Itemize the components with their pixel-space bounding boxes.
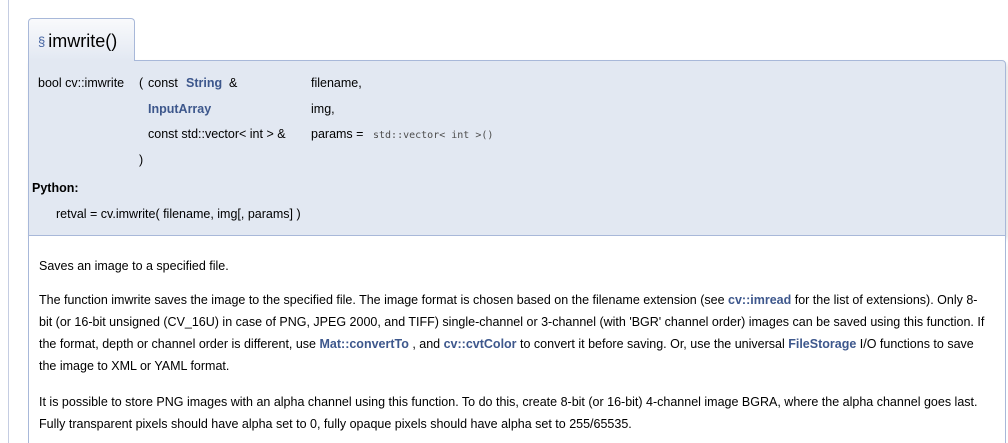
cvtcolor-link[interactable]: cv::cvtColor [444,337,517,351]
details-paragraph: The function imwrite saves the image to … [39,289,989,377]
open-paren: ( [139,76,144,90]
param1-amp: & [229,76,238,90]
param1-name: filename, [311,76,362,90]
inputarray-type-link[interactable]: InputArray [148,102,211,116]
param3-name: params = [311,127,364,141]
param2-name: img, [311,102,335,116]
param3-type: const std::vector< int > & [148,127,286,141]
details-text-1: The function imwrite saves the image to … [39,293,729,307]
function-title: imwrite() [48,31,118,51]
python-label: Python: [32,181,79,195]
description-body: Saves an image to a specified file. The … [28,236,1006,443]
string-type-link[interactable]: String [186,76,222,90]
summary-paragraph: Saves an image to a specified file. [39,259,229,273]
section-anchor-link[interactable]: § [38,34,45,49]
details-text-3: , and [408,337,444,351]
python-signature: retval = cv.imwrite( filename, img[, par… [56,207,301,221]
imread-link[interactable]: cv::imread [728,293,791,307]
convertto-link[interactable]: Mat::convertTo [320,337,409,351]
param1-const: const [148,76,178,90]
close-paren: ) [139,153,144,167]
prototype-box: bool cv::imwrite ( const String & filena… [28,60,1006,236]
alpha-paragraph: It is possible to store PNG images with … [39,395,978,431]
doc-page: § imwrite() bool cv::imwrite ( const Stri… [0,0,1008,443]
return-and-name: bool cv::imwrite [38,76,125,90]
param3-default: std::vector< int >() [373,130,494,141]
filestorage-link[interactable]: FileStorage [788,337,856,351]
member-tab: § imwrite() [28,18,135,61]
left-divider [8,0,9,443]
details-text-4: to convert it before saving. Or, use the… [516,337,789,351]
